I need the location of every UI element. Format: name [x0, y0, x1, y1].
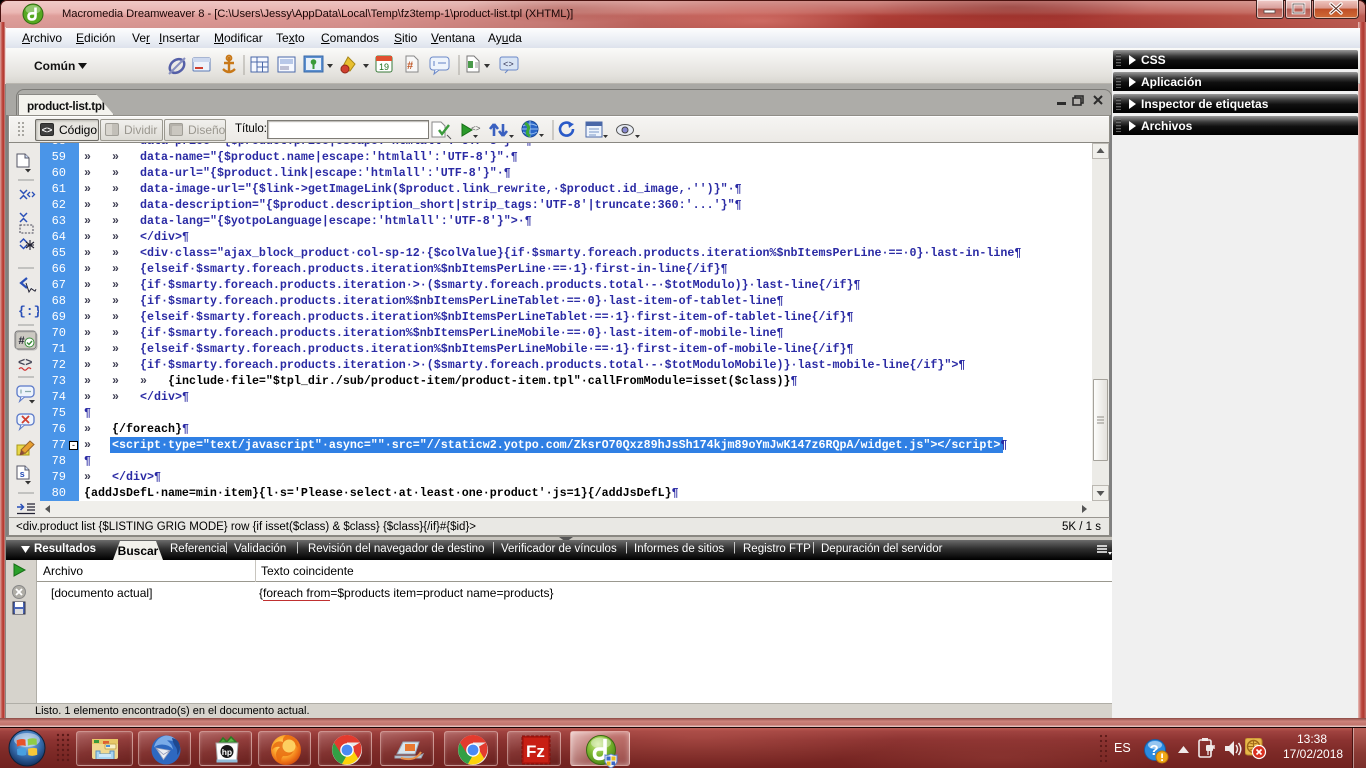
- svg-text:#: #: [19, 335, 25, 347]
- svg-text:<>: <>: [471, 125, 481, 134]
- svg-text:{:}: {:}: [18, 304, 39, 319]
- svg-text:19: 19: [379, 62, 389, 72]
- svg-text:s: s: [20, 470, 25, 480]
- svg-text:<>: <>: [503, 60, 514, 70]
- svg-text:Fz: Fz: [526, 742, 545, 761]
- svg-text:#: #: [407, 60, 413, 72]
- svg-text:hp: hp: [222, 747, 232, 757]
